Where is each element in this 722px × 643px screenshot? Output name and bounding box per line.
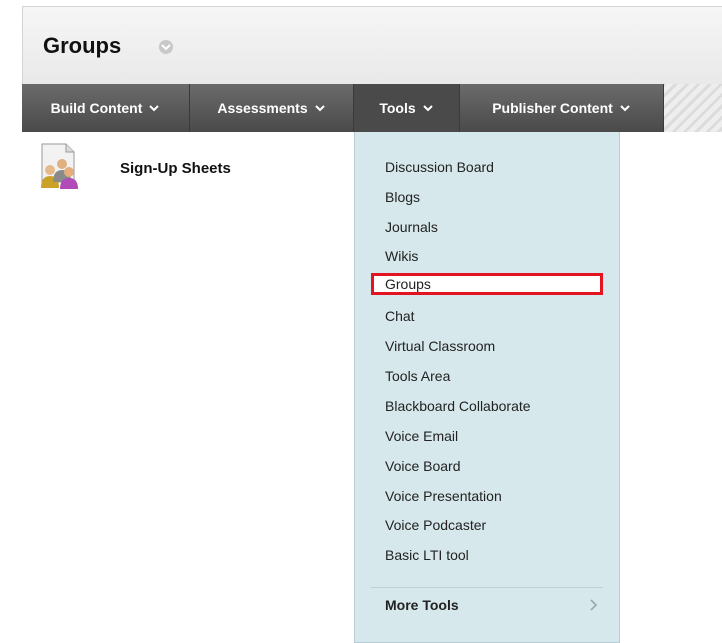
action-toolbar: Build Content Assessments Tools Publishe… [22,84,722,132]
chevron-right-icon [590,599,598,611]
item-title[interactable]: Sign-Up Sheets [120,160,231,177]
menu-item-tools-area[interactable]: Tools Area [371,365,603,387]
menu-divider [371,587,603,588]
menu-item-blogs[interactable]: Blogs [371,186,603,208]
users-group-icon [41,143,78,189]
chevron-down-icon [422,105,433,112]
chevron-down-icon [620,105,630,112]
tools-dropdown-menu: Discussion Board Blogs Journals Wikis Gr… [354,132,620,643]
chevron-down-icon [314,105,325,112]
menu-item-virtual-classroom[interactable]: Virtual Classroom [371,335,603,357]
menu-item-journals[interactable]: Journals [371,216,603,238]
chevron-down-icon [149,105,160,112]
more-tools-label: More Tools [385,597,459,613]
assessments-button[interactable]: Assessments [190,84,354,132]
menu-item-voice-email[interactable]: Voice Email [371,425,603,447]
menu-item-voice-board[interactable]: Voice Board [371,455,603,477]
assessments-label: Assessments [217,100,308,116]
menu-item-voice-podcaster[interactable]: Voice Podcaster [371,514,603,536]
page-title: Groups [43,33,122,58]
publisher-content-button[interactable]: Publisher Content [460,84,664,132]
menu-item-groups[interactable]: Groups [371,273,603,295]
menu-item-wikis[interactable]: Wikis [371,245,603,267]
menu-item-discussion-board[interactable]: Discussion Board [371,156,603,178]
build-content-label: Build Content [50,100,143,116]
menu-item-basic-lti-tool[interactable]: Basic LTI tool [371,544,603,566]
more-tools-item[interactable]: More Tools [385,594,603,616]
menu-item-voice-presentation[interactable]: Voice Presentation [371,485,603,507]
publisher-content-label: Publisher Content [492,100,613,116]
tools-label: Tools [379,100,416,116]
title-options-chevron-icon[interactable] [159,40,173,54]
menu-item-blackboard-collaborate[interactable]: Blackboard Collaborate [371,395,603,417]
page-header: Groups [22,6,722,84]
tools-button[interactable]: Tools [354,84,460,132]
menu-item-chat[interactable]: Chat [371,305,603,327]
build-content-button[interactable]: Build Content [22,84,190,132]
